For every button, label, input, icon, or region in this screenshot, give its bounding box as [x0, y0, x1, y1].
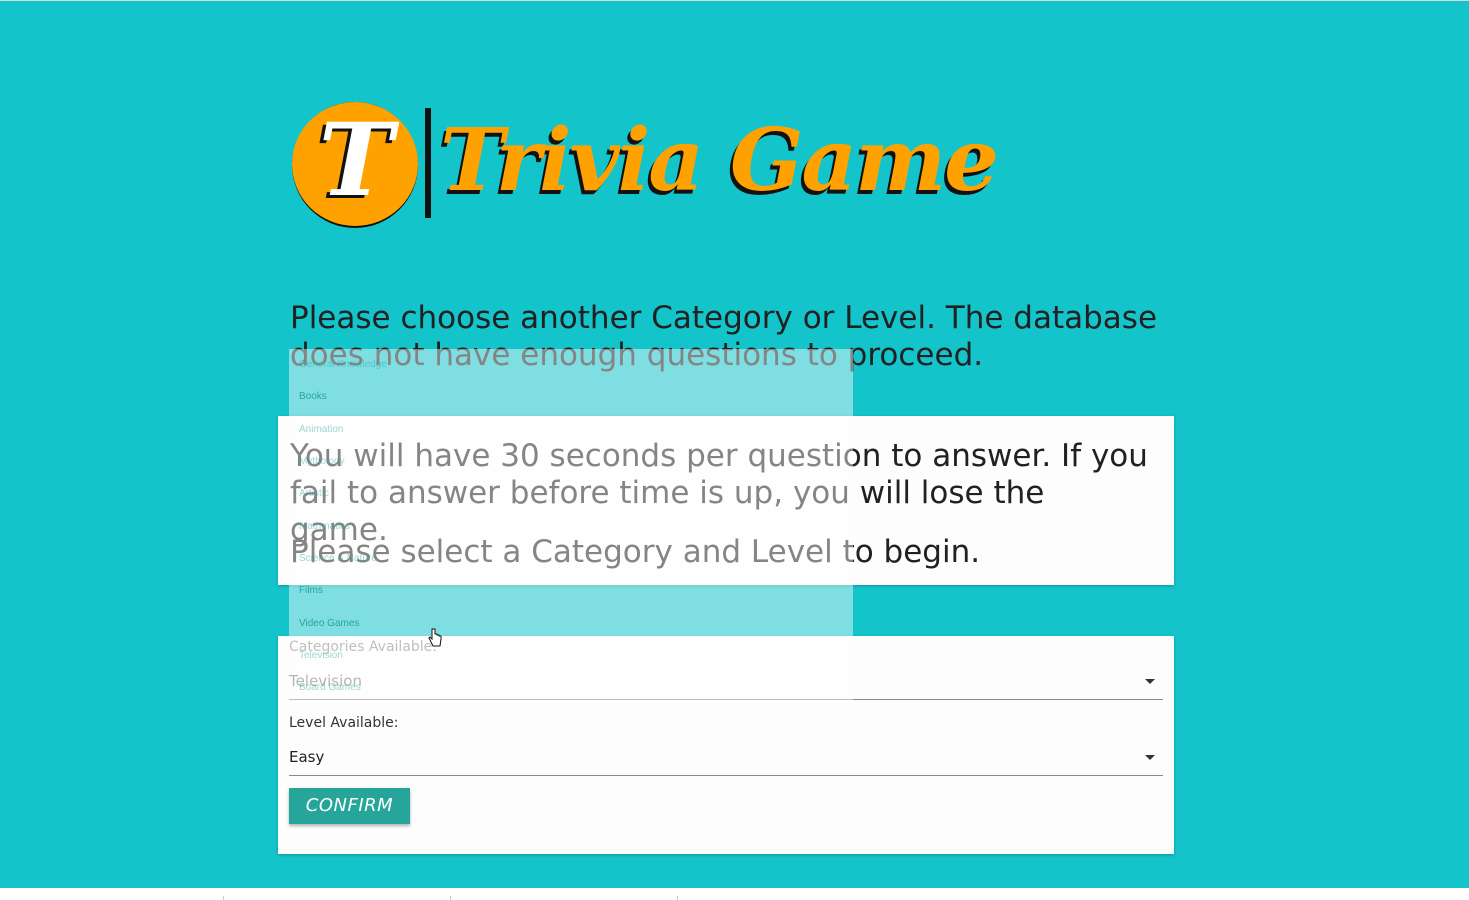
caret-down-icon	[1145, 755, 1155, 760]
hand-cursor-icon	[428, 628, 442, 647]
dropdown-option[interactable]: Artistic	[299, 488, 329, 499]
dropdown-option[interactable]: Television	[299, 650, 343, 661]
dropdown-option[interactable]: Books	[299, 391, 327, 402]
level-selected-value: Easy	[289, 748, 325, 766]
logo-divider	[425, 108, 431, 218]
dropdown-option[interactable]: Mythology	[299, 456, 345, 467]
dropdown-option[interactable]: Science & Nature	[299, 553, 377, 564]
dropdown-option[interactable]: Films	[299, 585, 323, 596]
logo-title: Trivia Game	[440, 110, 999, 211]
dropdown-option[interactable]: Animation	[299, 424, 343, 435]
level-label: Level Available:	[289, 715, 399, 731]
dropdown-option[interactable]: Board Games	[299, 682, 361, 693]
dropdown-option[interactable]: Video Games	[299, 618, 359, 629]
logo-letter: T	[318, 101, 394, 219]
dropdown-option[interactable]: Mathmatics	[299, 521, 350, 532]
confirm-button[interactable]: CONFIRM	[289, 788, 410, 824]
dropdown-option[interactable]: General Knowledge	[299, 359, 387, 370]
level-select[interactable]: Easy	[289, 741, 1163, 776]
bottom-strip	[0, 888, 1469, 900]
trivia-game-logo: T Trivia Game	[288, 98, 999, 233]
category-dropdown-menu: General Knowledge Books Animation Mythol…	[289, 349, 853, 704]
caret-down-icon	[1145, 679, 1155, 684]
top-border	[0, 0, 1469, 1]
